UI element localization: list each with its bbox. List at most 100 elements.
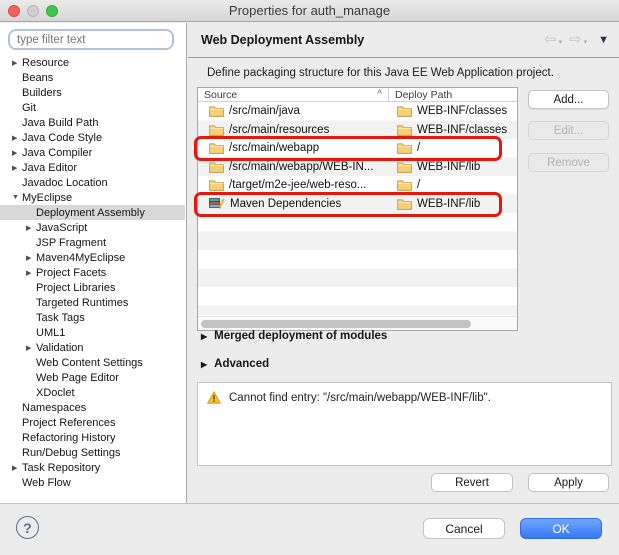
forward-icon[interactable]: ⇨ [569, 32, 582, 47]
disclosure-triangle-icon: ▶ [201, 360, 207, 369]
ok-button[interactable]: OK [520, 518, 602, 539]
source-cell: Maven Dependencies [198, 197, 389, 210]
sidebar-tree-item[interactable]: Web Page Editor [0, 370, 185, 385]
sidebar-tree-item[interactable]: MyEclipse [0, 190, 185, 205]
preferences-tree: Resource Beans Builders Git Java Build P… [0, 55, 185, 490]
sidebar-tree-item[interactable]: Web Content Settings [0, 355, 185, 370]
deploy-path: WEB-INF/lib [417, 198, 480, 210]
table-header: Source ^ Deploy Path [198, 88, 517, 102]
sidebar-tree-item[interactable]: XDoclet [0, 385, 185, 400]
tree-item-label: Javadoc Location [22, 177, 108, 189]
sidebar-tree-item[interactable]: Project Facets [0, 265, 185, 280]
table-row[interactable]: /src/main/webapp / [198, 139, 517, 158]
disclosure-triangle-icon[interactable] [12, 149, 22, 157]
sidebar-tree-item[interactable]: Java Build Path [0, 115, 185, 130]
sidebar-tree-item[interactable]: Deployment Assembly [0, 205, 185, 220]
tree-item-label: Maven4MyEclipse [36, 252, 125, 264]
page-title: Web Deployment Assembly [201, 33, 364, 47]
table-row[interactable]: /src/main/java WEB-INF/classes [198, 102, 517, 121]
disclosure-triangle-icon[interactable] [26, 344, 36, 352]
apply-button[interactable]: Apply [528, 473, 609, 492]
deploy-path: WEB-INF/classes [417, 105, 507, 117]
table-row[interactable]: /src/main/webapp/WEB-IN... WEB-INF/lib [198, 158, 517, 177]
deploy-path: WEB-INF/lib [417, 161, 480, 173]
sidebar-tree-item[interactable]: Web Flow [0, 475, 185, 490]
deploy-path-cell: WEB-INF/classes [389, 105, 517, 117]
add-button[interactable]: Add... [528, 90, 609, 109]
back-dropdown-icon[interactable]: ▾ [559, 38, 563, 46]
disclosure-triangle-icon[interactable] [12, 164, 22, 172]
folder-icon [397, 142, 412, 154]
sidebar-tree-item[interactable]: UML1 [0, 325, 185, 340]
zoom-button[interactable] [46, 5, 58, 17]
sidebar-tree-item[interactable]: Git [0, 100, 185, 115]
sidebar-tree-item[interactable]: Java Compiler [0, 145, 185, 160]
cancel-button[interactable]: Cancel [423, 518, 505, 539]
tree-item-label: Validation [36, 342, 84, 354]
source-path: /src/main/resources [229, 124, 329, 136]
sidebar-tree-item[interactable]: Builders [0, 85, 185, 100]
dialog-footer: ? Cancel OK [0, 503, 619, 555]
section-merged-deployment[interactable]: ▶ Merged deployment of modules [201, 330, 387, 342]
sidebar-tree-item[interactable]: Javadoc Location [0, 175, 185, 190]
disclosure-triangle-icon[interactable] [12, 134, 22, 142]
folder-icon [209, 142, 224, 154]
source-cell: /src/main/webapp [198, 142, 389, 154]
sidebar-tree-item[interactable]: Namespaces [0, 400, 185, 415]
table-row[interactable]: /target/m2e-jee/web-reso... / [198, 176, 517, 195]
source-cell: /src/main/webapp/WEB-IN... [198, 161, 389, 173]
sidebar-tree-item[interactable]: Validation [0, 340, 185, 355]
tree-item-label: Namespaces [22, 402, 86, 414]
sidebar-tree-item[interactable]: Run/Debug Settings [0, 445, 185, 460]
sidebar-tree-item[interactable]: Project Libraries [0, 280, 185, 295]
column-header-deploy-path[interactable]: Deploy Path [389, 88, 517, 101]
folder-icon [397, 124, 412, 136]
forward-dropdown-icon[interactable]: ▾ [584, 38, 588, 46]
source-cell: /src/main/java [198, 105, 389, 117]
horizontal-scrollbar[interactable] [198, 316, 517, 330]
sidebar-tree-item[interactable]: Maven4MyEclipse [0, 250, 185, 265]
close-button[interactable] [8, 5, 20, 17]
tree-item-label: Run/Debug Settings [22, 447, 120, 459]
table-row[interactable]: /src/main/resources WEB-INF/classes [198, 121, 517, 140]
disclosure-triangle-icon[interactable] [26, 224, 36, 232]
view-menu-icon[interactable]: ▼ [598, 34, 609, 46]
sidebar-tree-item[interactable]: Java Editor [0, 160, 185, 175]
folder-icon [397, 198, 412, 210]
disclosure-triangle-icon[interactable] [12, 59, 22, 67]
help-icon[interactable]: ? [16, 516, 39, 539]
back-icon[interactable]: ⇦ [544, 32, 557, 47]
sidebar-tree-item[interactable]: Java Code Style [0, 130, 185, 145]
tree-item-label: Project Facets [36, 267, 106, 279]
tree-item-label: Java Code Style [22, 132, 102, 144]
deploy-path-cell: / [389, 179, 517, 191]
sidebar-tree-item[interactable]: Task Repository [0, 460, 185, 475]
filter-input[interactable] [8, 29, 174, 50]
table-row[interactable]: Maven Dependencies WEB-INF/lib [198, 195, 517, 214]
folder-icon [209, 161, 224, 173]
sidebar-tree-item[interactable]: Resource [0, 55, 185, 70]
sidebar-tree-item[interactable]: Project References [0, 415, 185, 430]
warning-box: Cannot find entry: "/src/main/webapp/WEB… [197, 382, 612, 466]
disclosure-triangle-icon[interactable] [12, 194, 22, 201]
window-title: Properties for auth_manage [229, 3, 390, 18]
disclosure-triangle-icon[interactable] [26, 269, 36, 277]
section-advanced[interactable]: ▶ Advanced [201, 358, 269, 370]
tree-item-label: Web Page Editor [36, 372, 119, 384]
title-bar[interactable]: Properties for auth_manage [0, 0, 619, 22]
sidebar-tree-item[interactable]: JSP Fragment [0, 235, 185, 250]
tree-item-label: Java Editor [22, 162, 77, 174]
scrollbar-thumb[interactable] [201, 320, 471, 328]
remove-button: Remove [528, 153, 609, 172]
folder-icon [397, 179, 412, 191]
revert-button[interactable]: Revert [431, 473, 513, 492]
deploy-path: / [417, 179, 420, 191]
sidebar-tree-item[interactable]: Beans [0, 70, 185, 85]
sidebar-tree-item[interactable]: JavaScript [0, 220, 185, 235]
disclosure-triangle-icon[interactable] [26, 254, 36, 262]
sidebar-tree-item[interactable]: Targeted Runtimes [0, 295, 185, 310]
column-header-source[interactable]: Source ^ [198, 88, 389, 101]
sidebar-tree-item[interactable]: Task Tags [0, 310, 185, 325]
sidebar-tree-item[interactable]: Refactoring History [0, 430, 185, 445]
disclosure-triangle-icon[interactable] [12, 464, 22, 472]
